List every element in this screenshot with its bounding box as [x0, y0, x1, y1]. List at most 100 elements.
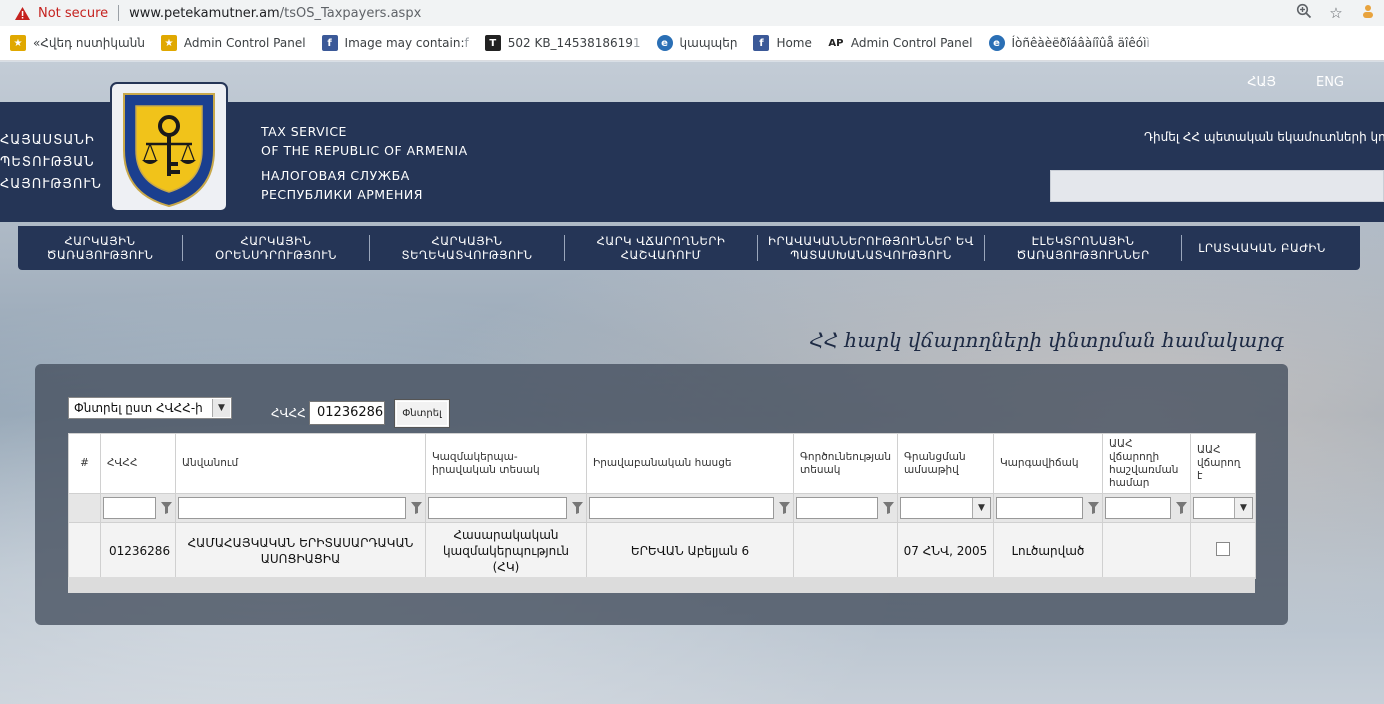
bookmark-item[interactable]: f Image may contain: f [321, 35, 469, 51]
chevron-down-icon[interactable]: ▼ [972, 498, 990, 518]
bookmark-item[interactable]: AP Admin Control Panel [828, 35, 972, 51]
column-header[interactable]: Կազմակերպա-իրավական տեսակ [425, 433, 587, 494]
profile-icon[interactable] [1352, 3, 1384, 23]
tin-cell: 01236286 [100, 522, 176, 579]
bookmark-item[interactable]: ★ Admin Control Panel [160, 35, 306, 51]
nav-line: ՊԱՏԱՍԽԱՆԱՏՎՈՒԹՅՈՒՆ [790, 248, 952, 262]
lang-hy-link[interactable]: ՀԱՅ [1247, 75, 1276, 90]
contact-link[interactable]: Դիմել ՀՀ պետական եկամուտների կոմիտ [1144, 130, 1384, 144]
url-text[interactable]: www.petekamutner.am/tsOS_Taxpayers.aspx [129, 6, 421, 21]
vat-payer-checkbox[interactable] [1216, 541, 1230, 556]
column-header[interactable]: Կարգավիճակ [993, 433, 1103, 494]
funnel-icon[interactable] [1086, 501, 1100, 515]
nav-item-information[interactable]: ՀԱՐԿԱՅԻՆ ՏԵՂԵԿԱՏՎՈՒԹՅՈՒՆ [370, 226, 564, 270]
bookmark-label-fade: f [464, 36, 469, 50]
reg-date-cell: 07 ՀՆՎ, 2005 [897, 522, 994, 579]
column-header[interactable]: Իրավաբանական հասցե [586, 433, 794, 494]
nav-line: ԻՐԱՎԱԿԱՆՆԵՐՈՒԹՅՈՒՆՆԵՐ ԵՎ [768, 234, 974, 248]
page-title: ՀՀ հարկ վճարողների փնտրման համակարգ [809, 328, 1284, 352]
nav-line: ՀԱՇՎԱՌՈՒՄ [620, 248, 702, 262]
chevron-down-icon[interactable]: ▼ [212, 399, 230, 417]
status-cell: Լուծարված [993, 522, 1103, 579]
search-mode-select[interactable]: Փնտրել ըստ ՀՎՀՀ-ի ▼ [68, 397, 232, 419]
bookmark-label: Admin Control Panel [183, 36, 306, 50]
nav-line: ՀԱՐԿԱՅԻՆ [431, 234, 503, 248]
column-header[interactable]: # [68, 433, 101, 494]
filter-cell: ▼ [1190, 493, 1256, 523]
filter-input[interactable] [796, 497, 878, 519]
ap-icon: AP [828, 37, 844, 49]
tax-service-emblem-icon[interactable] [110, 82, 228, 212]
bookmark-item[interactable]: e կապպեր [656, 35, 737, 51]
filter-input[interactable] [1105, 497, 1171, 519]
t-icon: T [484, 35, 501, 51]
filter-cell-empty [68, 493, 101, 523]
org-ru-line: НАЛОГОВАЯ СЛУЖБА [261, 168, 410, 183]
bookmark-item[interactable]: ★ «Հվեդ ոստիկանն [10, 35, 145, 51]
column-header[interactable]: Գրանցման ամսաթիվ [897, 433, 994, 494]
funnel-icon[interactable] [159, 501, 173, 515]
filter-input[interactable] [178, 497, 406, 519]
filter-vat-select[interactable]: ▼ [1193, 497, 1253, 519]
column-header[interactable]: Անվանում [175, 433, 426, 494]
legal-form-cell: Հասարակական կազմակերպություն (ՀԿ) [425, 522, 587, 579]
bookmark-label: 502 KB_1453818619 [507, 36, 633, 50]
bookmark-item[interactable]: T 502 KB_1453818619 1 [484, 35, 641, 51]
nav-line: ՀԱՐԿԱՅԻՆ [240, 234, 312, 248]
bookmark-item[interactable]: e Íòñêàèëðîáâàíîûå äîêóì ì [988, 35, 1150, 51]
nav-item-legislation[interactable]: ՀԱՐԿԱՅԻՆ ՕՐԵՆՍԴՐՈՒԹՅՈՒՆ [183, 226, 369, 270]
column-header[interactable]: ՀՎՀՀ [100, 433, 176, 494]
filter-date-select[interactable]: ▼ [900, 497, 991, 519]
header-word: ՊԵՏՈՒԹՅԱՆ [0, 155, 95, 170]
nav-item-tax-service[interactable]: ՀԱՐԿԱՅԻՆ ԾԱՌԱՅՈՒԹՅՈՒՆ [18, 226, 182, 270]
page: ՀԱՅ ENG ՀԱՅԱՍՏԱՆԻ ՊԵՏՈՒԹՅԱՆ ՀԱՅՈՒԹՅՈՒՆ T… [0, 62, 1384, 704]
nav-item-e-services[interactable]: ԷԼԵԿՏՐՈՆԱՅԻՆ ԾԱՌԱՅՈՒԹՅՈՒՆՆԵՐ [985, 226, 1181, 270]
nav-item-taxpayer-registration[interactable]: ՀԱՐԿ ՎՃԱՐՈՂՆԵՐԻ ՀԱՇՎԱՌՈՒՄ [565, 226, 757, 270]
browser-address-bar[interactable]: Not secure www.petekamutner.am/tsOS_Taxp… [0, 0, 1384, 26]
bookmark-item[interactable]: f Home [753, 35, 812, 51]
facebook-icon: f [753, 35, 770, 51]
tin-input[interactable]: 01236286 [309, 401, 385, 425]
filter-cell [175, 493, 426, 523]
funnel-icon[interactable] [409, 501, 423, 515]
security-label[interactable]: Not secure [38, 6, 108, 21]
lang-en-link[interactable]: ENG [1316, 75, 1344, 90]
filter-input[interactable] [428, 497, 567, 519]
filter-cell [793, 493, 898, 523]
gold-star-icon: ★ [10, 35, 26, 51]
name-cell: ՀԱՄԱՀԱՅԿԱԿԱՆ ԵՐԻՏԱՍԱՐԴԱԿԱՆ ԱՍՈՑԻԱՑԻԱ [175, 522, 426, 579]
column-header[interactable]: ԱԱՀ վճարող է [1190, 433, 1256, 494]
column-header[interactable]: ԱԱՀ վճարողի հաշվառման համար [1102, 433, 1191, 494]
nav-line: ՕՐԵՆՍԴՐՈՒԹՅՈՒՆ [215, 248, 337, 262]
funnel-icon[interactable] [570, 501, 584, 515]
filter-input[interactable] [996, 497, 1083, 519]
zoom-icon[interactable] [1288, 3, 1320, 23]
filter-input[interactable] [103, 497, 156, 519]
chevron-down-icon[interactable]: ▼ [1234, 498, 1252, 518]
search-button[interactable]: Փնտրել [394, 399, 450, 428]
bookmark-label: Home [776, 36, 812, 50]
bookmark-label: «Հվեդ ոստիկանն [33, 36, 145, 50]
search-mode-value: Փնտրել ըստ ՀՎՀՀ-ի [74, 401, 203, 415]
nav-item-rights-responsibility[interactable]: ԻՐԱՎԱԿԱՆՆԵՐՈՒԹՅՈՒՆՆԵՐ ԵՎ ՊԱՏԱՍԽԱՆԱՏՎՈՒԹՅՈ… [758, 226, 984, 270]
nav-item-news[interactable]: ԼՐԱՏՎԱԿԱՆ ԲԱԺԻՆ [1182, 226, 1342, 270]
url-domain: www.petekamutner.am [129, 5, 280, 21]
filter-row: ▼ ▼ [68, 493, 1256, 523]
bookmark-label-fade: 1 [632, 36, 641, 50]
row-number-cell [68, 522, 101, 579]
bookmark-label: Image may contain: [344, 36, 465, 50]
site-search-input[interactable] [1050, 170, 1384, 202]
bookmark-star-icon[interactable]: ☆ [1320, 4, 1352, 22]
table-row[interactable]: 01236286 ՀԱՄԱՀԱՅԿԱԿԱՆ ԵՐԻՏԱՍԱՐԴԱԿԱՆ ԱՍՈՑ… [68, 522, 1256, 579]
funnel-icon[interactable] [1174, 501, 1188, 515]
activity-cell [793, 522, 898, 579]
nav-line: ՏԵՂԵԿԱՏՎՈՒԹՅՈՒՆ [401, 248, 533, 262]
bookmark-label: Íòñêàèëðîáâàíîûå äîêóì [1011, 36, 1147, 50]
column-header[interactable]: Գործունեության տեսակ [793, 433, 898, 494]
funnel-icon[interactable] [777, 501, 791, 515]
taxpayers-table: # ՀՎՀՀ Անվանում Կազմակերպա-իրավական տեսա… [68, 433, 1256, 579]
filter-input[interactable] [589, 497, 774, 519]
funnel-icon[interactable] [881, 501, 895, 515]
org-en-line: OF THE REPUBLIC OF ARMENIA [261, 143, 468, 158]
address-separator [118, 5, 120, 21]
